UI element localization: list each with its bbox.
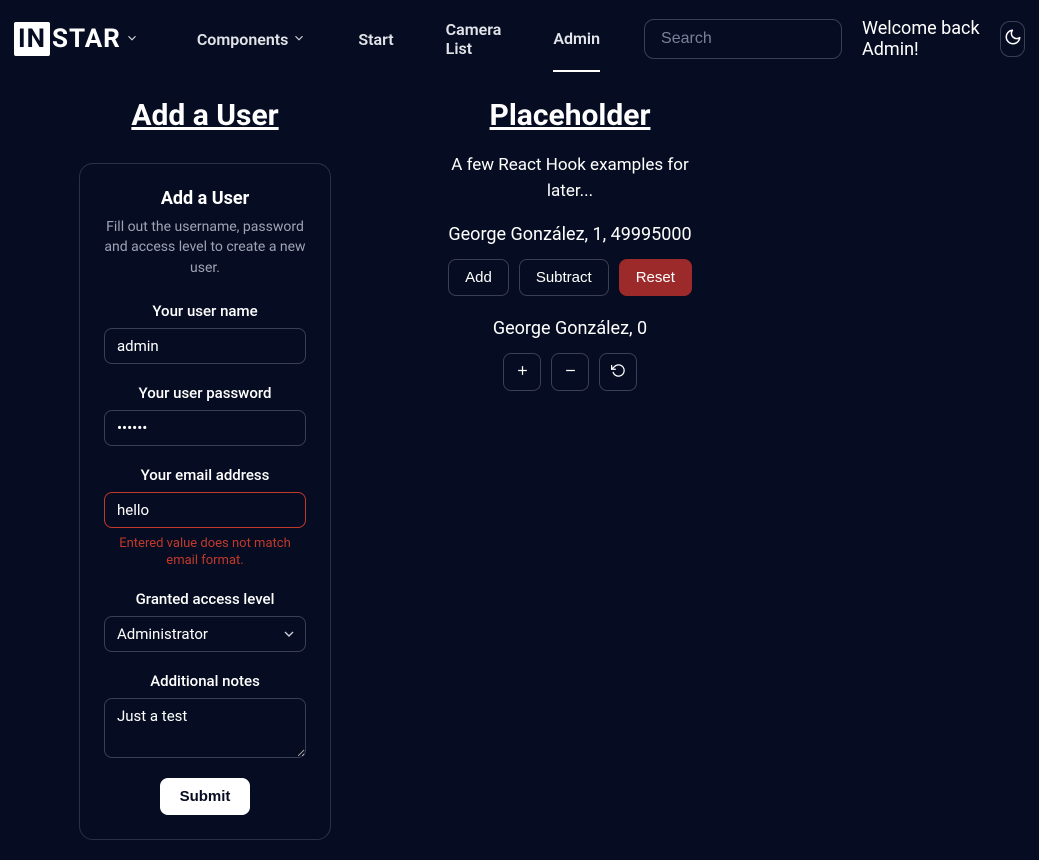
add-user-section: Add a User Add a User Fill out the usern…: [60, 98, 350, 840]
placeholder-subtitle: A few React Hook examples for later...: [430, 153, 710, 204]
access-level-select[interactable]: Administrator: [104, 616, 306, 652]
nav-label: Camera List: [446, 20, 502, 58]
add-button[interactable]: Add: [448, 259, 509, 296]
section-title-add-user: Add a User: [131, 98, 278, 133]
nav-admin[interactable]: Admin: [553, 29, 600, 72]
email-label: Your email address: [141, 466, 270, 484]
card-title: Add a User: [161, 188, 249, 209]
moon-icon: [1004, 28, 1022, 50]
rotate-ccw-icon: [611, 363, 626, 381]
section-title-placeholder: Placeholder: [490, 98, 651, 133]
main-content: Add a User Add a User Fill out the usern…: [0, 78, 1039, 860]
counter-button-row-1: Add Subtract Reset: [448, 259, 692, 296]
counter-button-row-2: [503, 353, 637, 391]
username-group: Your user name: [98, 302, 312, 364]
placeholder-section: Placeholder A few React Hook examples fo…: [430, 98, 710, 840]
counter-line-1: George González, 1, 49995000: [448, 224, 691, 245]
increment-button[interactable]: [503, 353, 541, 391]
username-input[interactable]: [104, 328, 306, 364]
nav-start[interactable]: Start: [358, 30, 393, 71]
reset-button[interactable]: Reset: [619, 259, 692, 296]
password-label: Your user password: [139, 384, 272, 402]
nav-label: Components: [197, 30, 289, 49]
notes-group: Additional notes Just a test: [98, 672, 312, 758]
submit-button[interactable]: Submit: [160, 778, 251, 815]
plus-icon: [515, 363, 530, 381]
theme-toggle-button[interactable]: [1000, 21, 1025, 57]
decrement-button[interactable]: [551, 353, 589, 391]
email-input[interactable]: [104, 492, 306, 528]
nav-camera-list[interactable]: Camera List: [446, 20, 502, 80]
brand-logo: IN STAR: [14, 22, 121, 56]
email-error-text: Entered value does not match email forma…: [98, 536, 312, 570]
chevron-down-icon: [292, 30, 306, 49]
notes-textarea[interactable]: Just a test: [104, 698, 306, 758]
logo-in: IN: [14, 22, 50, 56]
brand-dropdown[interactable]: IN STAR: [14, 22, 139, 56]
nav-items: Components Start Camera List Admin: [197, 20, 600, 58]
logo-star: STAR: [52, 24, 121, 54]
access-level-label: Granted access level: [136, 590, 275, 608]
add-user-card: Add a User Fill out the username, passwo…: [79, 163, 331, 840]
reset-icon-button[interactable]: [599, 353, 637, 391]
subtract-button[interactable]: Subtract: [519, 259, 609, 296]
search-box: [644, 19, 842, 59]
minus-icon: [563, 363, 578, 381]
nav-components[interactable]: Components: [197, 30, 307, 71]
access-level-group: Granted access level Administrator: [98, 590, 312, 652]
password-group: Your user password: [98, 384, 312, 446]
counter-line-2: George González, 0: [493, 318, 647, 339]
card-subtext: Fill out the username, password and acce…: [98, 217, 312, 278]
nav-label: Admin: [553, 29, 600, 48]
navbar: IN STAR Components Start Camera List Adm…: [0, 0, 1039, 78]
nav-label: Start: [358, 30, 393, 49]
search-input[interactable]: [644, 19, 842, 59]
password-input[interactable]: [104, 410, 306, 446]
email-group: Your email address Entered value does no…: [98, 466, 312, 570]
notes-label: Additional notes: [150, 672, 260, 690]
chevron-down-icon: [125, 30, 139, 49]
welcome-text: Welcome back Admin!: [862, 18, 980, 60]
username-label: Your user name: [152, 302, 257, 320]
